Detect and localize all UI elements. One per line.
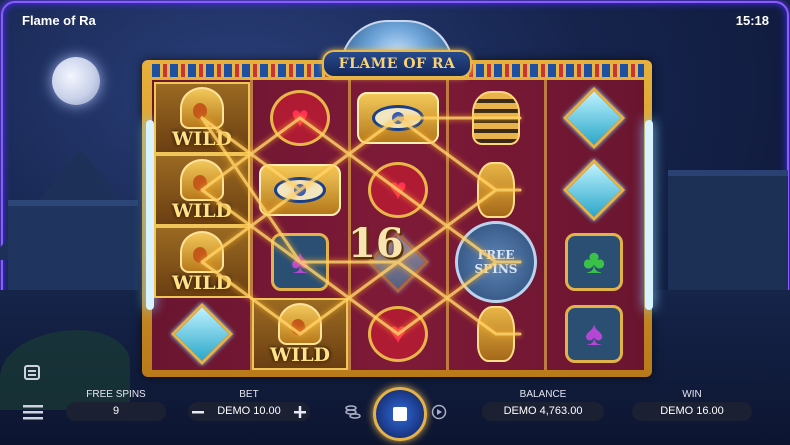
scatter-label-spins: SPINS bbox=[474, 262, 518, 276]
game-logo: FLAME OF RA bbox=[322, 50, 472, 78]
bet-label: BET bbox=[239, 389, 259, 400]
reel-symbol: ♥ bbox=[350, 154, 446, 226]
reel-symbol: ♥ bbox=[252, 82, 348, 154]
free-spins-counter: 9 bbox=[66, 402, 166, 421]
reel-symbol: ♠ bbox=[546, 298, 642, 370]
wild-label: WILD bbox=[171, 272, 233, 294]
horus-icon bbox=[278, 303, 322, 345]
balance-value: DEMO 4,763.00 bbox=[482, 402, 604, 421]
reel-symbol: ♠ bbox=[252, 226, 348, 298]
line-win-amount: 16 bbox=[348, 220, 404, 267]
reel-symbol bbox=[448, 154, 544, 226]
win-label: WIN bbox=[682, 389, 702, 400]
heart-icon: ♥ bbox=[368, 162, 428, 218]
blue-gem-icon bbox=[170, 302, 234, 366]
reel-symbol: ♥ bbox=[350, 298, 446, 370]
clock: 15:18 bbox=[735, 13, 769, 28]
cobra-icon bbox=[477, 306, 515, 362]
plus-icon[interactable] bbox=[291, 403, 308, 420]
win-value: DEMO 16.00 bbox=[632, 402, 752, 421]
game-title: Flame of Ra bbox=[22, 13, 96, 28]
reel-symbol bbox=[252, 154, 348, 226]
spade-icon: ♠ bbox=[271, 233, 329, 291]
menu-icon[interactable] bbox=[22, 402, 44, 422]
wild-label: WILD bbox=[171, 200, 233, 222]
horus-icon bbox=[180, 231, 224, 273]
club-icon: ♣ bbox=[565, 233, 623, 291]
reel-symbol: FREE SPINS bbox=[448, 221, 544, 303]
reel-symbol bbox=[350, 82, 446, 154]
balance-label: BALANCE bbox=[519, 389, 567, 400]
bet-value: DEMO 10.00 bbox=[217, 405, 281, 417]
calendar-icon[interactable] bbox=[22, 362, 42, 382]
reel-side-glow-left bbox=[146, 120, 154, 310]
reel-symbol bbox=[448, 82, 544, 154]
stop-icon bbox=[393, 407, 407, 421]
reel-symbol bbox=[546, 154, 642, 226]
logo-text: FLAME OF RA bbox=[338, 56, 456, 72]
reel-side-glow-right bbox=[645, 120, 653, 310]
wild-symbol: WILD bbox=[154, 82, 250, 154]
blue-gem-icon bbox=[562, 158, 626, 222]
wild-symbol: WILD bbox=[252, 298, 348, 370]
wild-label: WILD bbox=[171, 128, 233, 150]
free-spins-scatter-icon: FREE SPINS bbox=[455, 221, 537, 303]
eye-of-ra-icon bbox=[259, 164, 341, 216]
temple-ruin-left bbox=[8, 200, 138, 296]
free-spins-label: FREE SPINS bbox=[86, 389, 146, 400]
wild-label: WILD bbox=[269, 344, 331, 366]
scatter-label-free: FREE bbox=[477, 248, 515, 262]
wild-symbol: WILD bbox=[154, 226, 250, 298]
autoplay-icon[interactable] bbox=[430, 403, 448, 421]
pharaoh-mask-icon bbox=[472, 91, 520, 145]
reel-symbol bbox=[448, 298, 544, 370]
wild-symbol: WILD bbox=[154, 154, 250, 226]
horus-icon bbox=[180, 159, 224, 201]
blue-gem-icon bbox=[562, 86, 626, 150]
spin-stop-button[interactable] bbox=[373, 387, 427, 441]
reel-symbol bbox=[154, 298, 250, 370]
moon bbox=[52, 57, 100, 105]
reel-symbol bbox=[546, 82, 642, 154]
eye-of-ra-icon bbox=[357, 92, 439, 144]
coins-icon[interactable] bbox=[344, 403, 362, 421]
reel-symbol: ♣ bbox=[546, 226, 642, 298]
horus-icon bbox=[180, 87, 224, 129]
heart-icon: ♥ bbox=[368, 306, 428, 362]
spade-icon: ♠ bbox=[565, 305, 623, 363]
minus-icon[interactable] bbox=[189, 403, 206, 420]
heart-icon: ♥ bbox=[270, 90, 330, 146]
cobra-icon bbox=[477, 162, 515, 218]
